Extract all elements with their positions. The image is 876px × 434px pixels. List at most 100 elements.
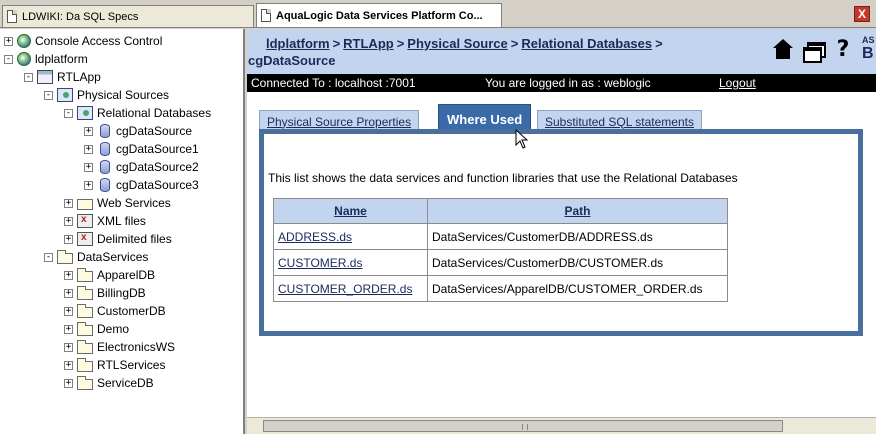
collapse-toggle-icon[interactable]: -	[44, 90, 53, 100]
tree-item-cgdatasource[interactable]: + cgDataSource	[84, 122, 192, 140]
tree-item-label: cgDataSource1	[116, 142, 199, 156]
tree-item-cgdatasource3[interactable]: + cgDataSource3	[84, 176, 199, 194]
tree-item-web-services[interactable]: + Web Services	[64, 194, 171, 212]
xml-file-icon	[77, 214, 93, 228]
row-name-link[interactable]: CUSTOMER_ORDER.ds	[273, 275, 428, 302]
page-header: ldplatform > RTLApp > Physical Source > Relati…	[247, 29, 876, 74]
expand-toggle-icon[interactable]: +	[4, 36, 13, 46]
tree-item-label: ApparelDB	[97, 268, 156, 282]
column-header-name[interactable]: Name	[273, 198, 428, 224]
folder-icon	[77, 321, 93, 336]
folder-icon	[77, 267, 93, 282]
browser-tab-strip: LDWIKI: Da SQL Specs AquaLogic Data Serv…	[0, 0, 876, 28]
expand-toggle-icon[interactable]: +	[64, 342, 73, 352]
scrollbar-thumb[interactable]	[263, 420, 783, 432]
tree-item-cgdatasource2[interactable]: + cgDataSource2	[84, 158, 199, 176]
expand-toggle-icon[interactable]: +	[64, 378, 73, 388]
logout-link[interactable]: Logout	[719, 76, 756, 90]
row-path: DataServices/CustomerDB/CUSTOMER.ds	[427, 249, 728, 276]
home-icon[interactable]	[772, 39, 794, 61]
tree-item-label: ldplatform	[35, 52, 88, 66]
tree-item-appareldb[interactable]: + ApparelDB	[64, 266, 155, 284]
tree-item-label: CustomerDB	[97, 304, 166, 318]
tree-item-ldplatform[interactable]: - ldplatform	[4, 50, 88, 68]
tree-item-label: Delimited files	[97, 232, 172, 246]
breadcrumb-link-ldplatform[interactable]: ldplatform	[266, 36, 330, 51]
collapse-toggle-icon[interactable]: -	[24, 72, 33, 82]
browser-tab-label: LDWIKI: Da SQL Specs	[22, 10, 139, 23]
tree-item-console-access-control[interactable]: + Console Access Control	[4, 32, 162, 50]
breadcrumb-link-rtlapp[interactable]: RTLApp	[343, 36, 394, 51]
expand-toggle-icon[interactable]: +	[64, 234, 73, 244]
collapse-toggle-icon[interactable]: -	[4, 54, 13, 64]
collapse-toggle-icon[interactable]: -	[44, 252, 53, 262]
help-icon[interactable]: ?	[832, 39, 854, 61]
expand-toggle-icon[interactable]: +	[84, 144, 93, 154]
tree-item-label: RTLApp	[57, 70, 101, 84]
tree-item-label: Console Access Control	[35, 34, 163, 48]
connection-status-bar: Connected To : localhost :7001 You are l…	[247, 74, 876, 92]
logged-in-text: You are logged in as : weblogic	[485, 76, 651, 90]
tree-item-delimited-files[interactable]: + Delimited files	[64, 230, 172, 248]
folder-icon	[77, 285, 93, 300]
breadcrumb-link-physical-source[interactable]: Physical Source	[407, 36, 507, 51]
browser-tab-ldwiki[interactable]: LDWIKI: Da SQL Specs	[2, 5, 254, 27]
collapse-toggle-icon[interactable]: -	[64, 108, 73, 118]
expand-toggle-icon[interactable]: +	[84, 162, 93, 172]
web-services-icon	[77, 198, 93, 210]
tree-item-label: Relational Databases	[97, 106, 212, 120]
breadcrumb-separator: >	[332, 36, 341, 51]
column-header-path[interactable]: Path	[427, 198, 728, 224]
row-name-link[interactable]: CUSTOMER.ds	[273, 249, 428, 276]
tree-item-dataservices[interactable]: - DataServices	[44, 248, 148, 266]
tree-item-demo[interactable]: + Demo	[64, 320, 129, 338]
breadcrumb-separator: >	[655, 36, 663, 51]
tree-item-label: Physical Sources	[77, 88, 170, 102]
close-tab-icon[interactable]: X	[854, 6, 870, 22]
expand-toggle-icon[interactable]: +	[64, 270, 73, 280]
table-row: ADDRESS.ds DataServices/CustomerDB/ADDRE…	[273, 223, 728, 250]
folder-icon	[77, 375, 93, 390]
expand-toggle-icon[interactable]: +	[84, 180, 93, 190]
logo-text-top: AS	[862, 35, 875, 45]
tree-item-billingdb[interactable]: + BillingDB	[64, 284, 146, 302]
header-toolbar: ? AS B	[772, 35, 876, 63]
row-path: DataServices/CustomerDB/ADDRESS.ds	[427, 223, 728, 250]
tree-item-cgdatasource1[interactable]: + cgDataSource1	[84, 140, 199, 158]
tree-item-relational-databases[interactable]: - Relational Databases	[64, 104, 211, 122]
page-icon	[261, 9, 271, 22]
scrollbar-grip-icon	[522, 424, 528, 430]
browser-tab-label: AquaLogic Data Services Platform Co...	[276, 9, 483, 22]
panel-description: This list shows the data services and fu…	[268, 171, 738, 185]
database-icon	[100, 142, 110, 156]
expand-toggle-icon[interactable]: +	[64, 198, 73, 208]
application-icon	[37, 70, 53, 84]
tree-item-rtlservices[interactable]: + RTLServices	[64, 356, 165, 374]
expand-toggle-icon[interactable]: +	[64, 324, 73, 334]
expand-toggle-icon[interactable]: +	[84, 126, 93, 136]
expand-toggle-icon[interactable]: +	[64, 288, 73, 298]
tree-item-customerdb[interactable]: + CustomerDB	[64, 302, 166, 320]
tree-item-electronicsws[interactable]: + ElectronicsWS	[64, 338, 175, 356]
logo-text-big: B	[862, 45, 874, 62]
tree-item-label: Web Services	[97, 196, 171, 210]
new-window-icon[interactable]	[802, 39, 826, 63]
tree-item-rtlapp[interactable]: - RTLApp	[24, 68, 101, 86]
row-name-link[interactable]: ADDRESS.ds	[273, 223, 428, 250]
tab-label: Where Used	[447, 111, 523, 127]
horizontal-scrollbar[interactable]	[247, 417, 876, 434]
expand-toggle-icon[interactable]: +	[64, 306, 73, 316]
expand-toggle-icon[interactable]: +	[64, 216, 73, 226]
tree-item-label: Demo	[97, 322, 130, 336]
database-icon	[100, 160, 110, 174]
tree-item-label: DataServices	[77, 250, 149, 264]
tree-item-servicedb[interactable]: + ServiceDB	[64, 374, 154, 392]
tree-item-physical-sources[interactable]: - Physical Sources	[44, 86, 169, 104]
expand-toggle-icon[interactable]: +	[64, 360, 73, 370]
tree-item-label: RTLServices	[97, 358, 166, 372]
browser-tab-aqualogic[interactable]: AquaLogic Data Services Platform Co...	[256, 3, 502, 27]
tree-item-label: XML files	[97, 214, 146, 228]
folder-icon	[77, 339, 93, 354]
breadcrumb-link-relational-databases[interactable]: Relational Databases	[521, 36, 652, 51]
tree-item-xml-files[interactable]: + XML files	[64, 212, 146, 230]
